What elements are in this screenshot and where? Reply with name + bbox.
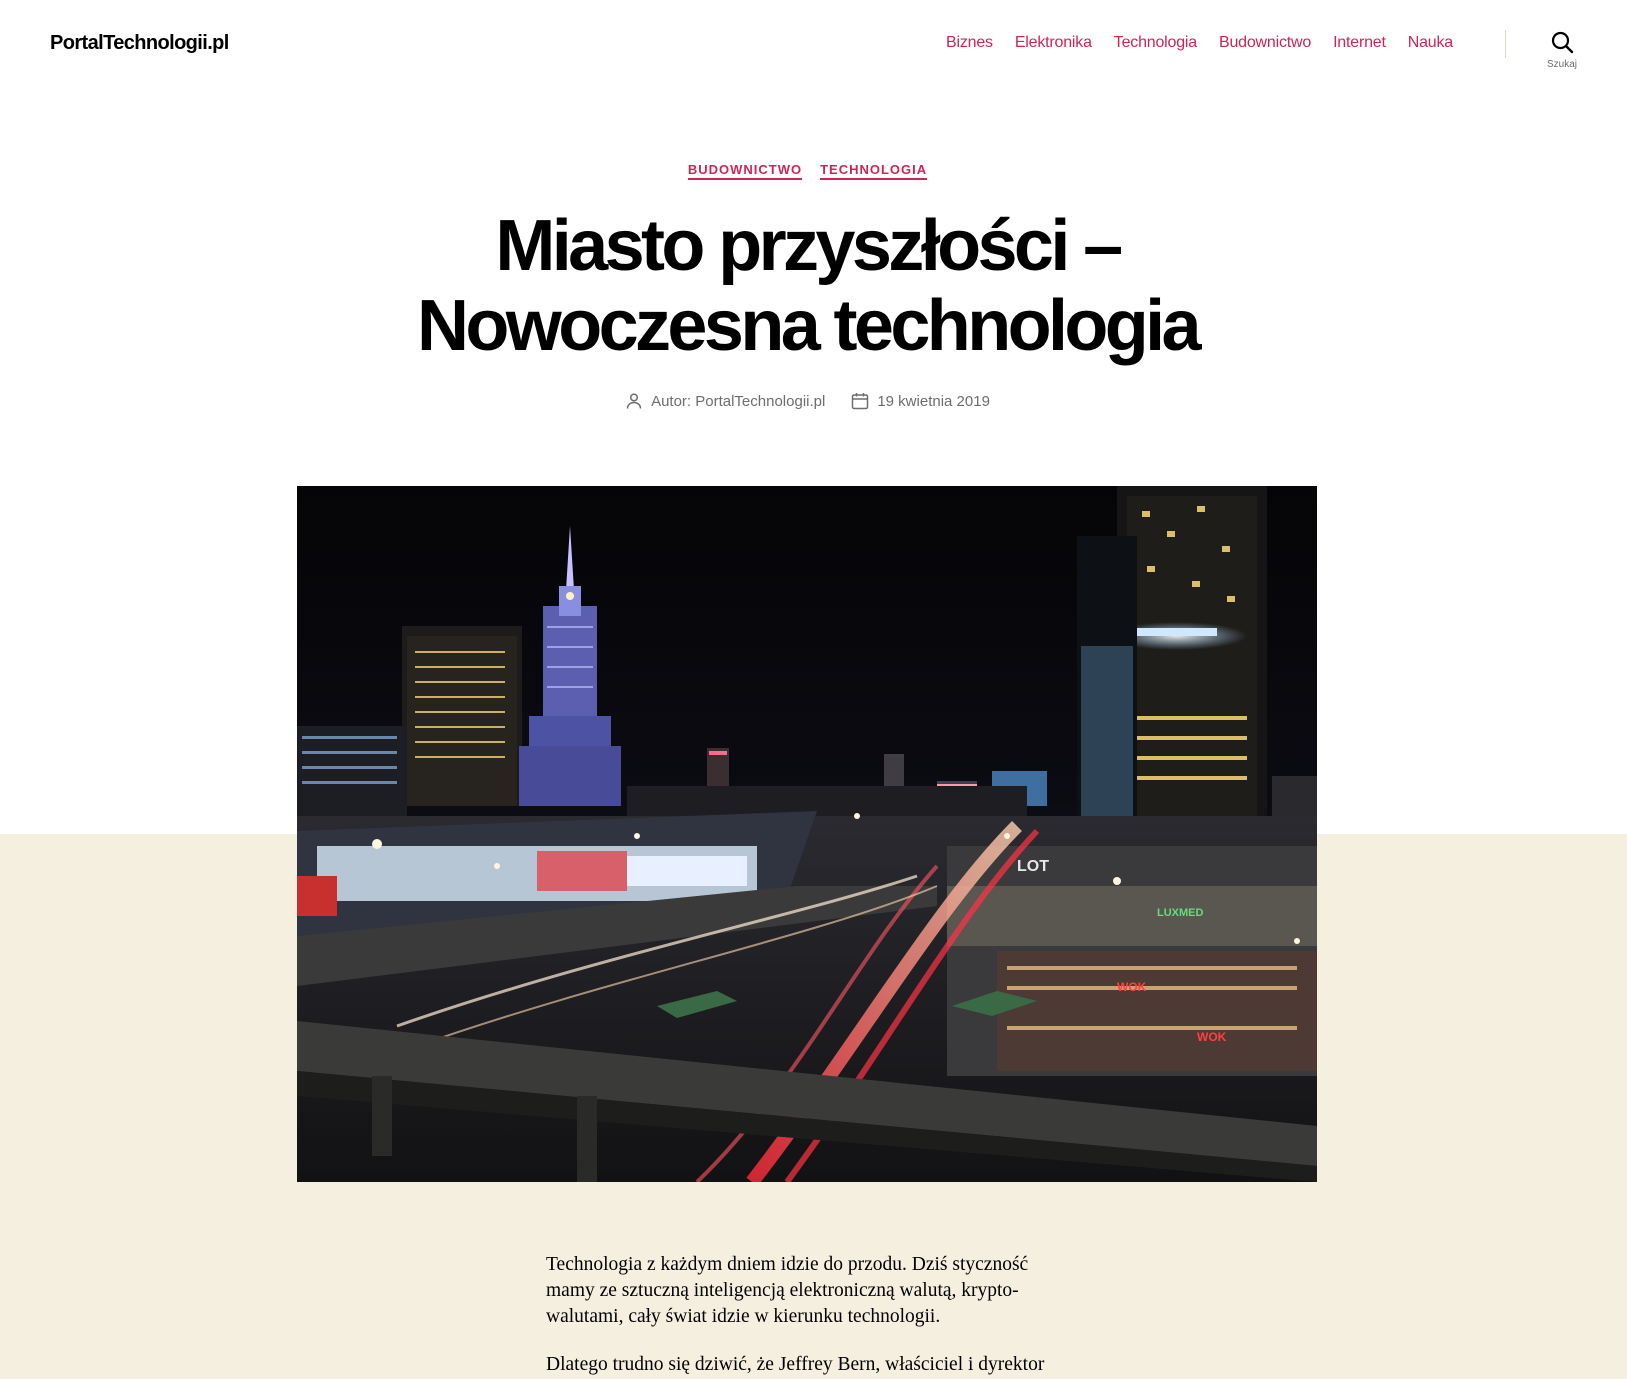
primary-nav: Biznes Elektronika Technologia Budownict…	[946, 34, 1453, 52]
nav-item-budownictwo[interactable]: Budownictwo	[1219, 34, 1311, 52]
author-link[interactable]: Autor: PortalTechnologii.pl	[651, 393, 825, 410]
sign-wok-2: WOK	[1197, 1030, 1227, 1044]
paragraph-1: Technologia z każdym dniem idzie do przo…	[546, 1254, 1029, 1327]
nav-divider	[1505, 30, 1506, 58]
calendar-icon	[852, 393, 869, 410]
entry-content: Technologia z każdym dniem idzie do przo…	[546, 1252, 1066, 1379]
nav-item-biznes[interactable]: Biznes	[946, 34, 993, 52]
post-author: Autor: PortalTechnologii.pl	[625, 392, 825, 410]
nav-item-elektronika[interactable]: Elektronika	[1015, 34, 1092, 52]
title-line-1: Miasto przyszłości –	[495, 206, 1123, 286]
search-button[interactable]: Szukaj	[1530, 30, 1594, 80]
city-night-photo: LOT LUXMED WOK WOK	[297, 486, 1317, 1182]
entry-categories: BUDOWNICTWO TECHNOLOGIA	[0, 162, 1615, 180]
nav-item-technologia[interactable]: Technologia	[1114, 34, 1197, 52]
featured-image: LOT LUXMED WOK WOK	[297, 486, 1317, 1182]
post-date: 19 kwietnia 2019	[851, 392, 990, 410]
nav-item-internet[interactable]: Internet	[1333, 34, 1386, 52]
post-meta: Autor: PortalTechnologii.pl 19 kwietnia …	[0, 392, 1615, 410]
sign-wok-1: WOK	[1117, 980, 1147, 994]
site-title[interactable]: PortalTechnologii.pl	[50, 32, 229, 55]
search-label: Szukaj	[1546, 59, 1577, 70]
date-link[interactable]: 19 kwietnia 2019	[877, 393, 990, 410]
site-header: PortalTechnologii.pl Biznes Elektronika …	[0, 0, 1627, 92]
nav-item-nauka[interactable]: Nauka	[1408, 34, 1453, 52]
paragraph-2: Dlatego trudno się dziwić, że Jeffrey Be…	[546, 1354, 1045, 1375]
category-link-technologia[interactable]: TECHNOLOGIA	[820, 162, 928, 180]
search-icon	[1551, 31, 1574, 54]
sign-luxmed: LUXMED	[1157, 907, 1204, 919]
page-title: Miasto przyszłości – Nowoczesna technolo…	[300, 206, 1315, 366]
person-icon	[626, 393, 642, 409]
sign-lot: LOT	[1017, 858, 1049, 875]
category-link-budownictwo[interactable]: BUDOWNICTWO	[687, 162, 803, 180]
title-line-2: Nowoczesna technologia	[417, 286, 1202, 366]
